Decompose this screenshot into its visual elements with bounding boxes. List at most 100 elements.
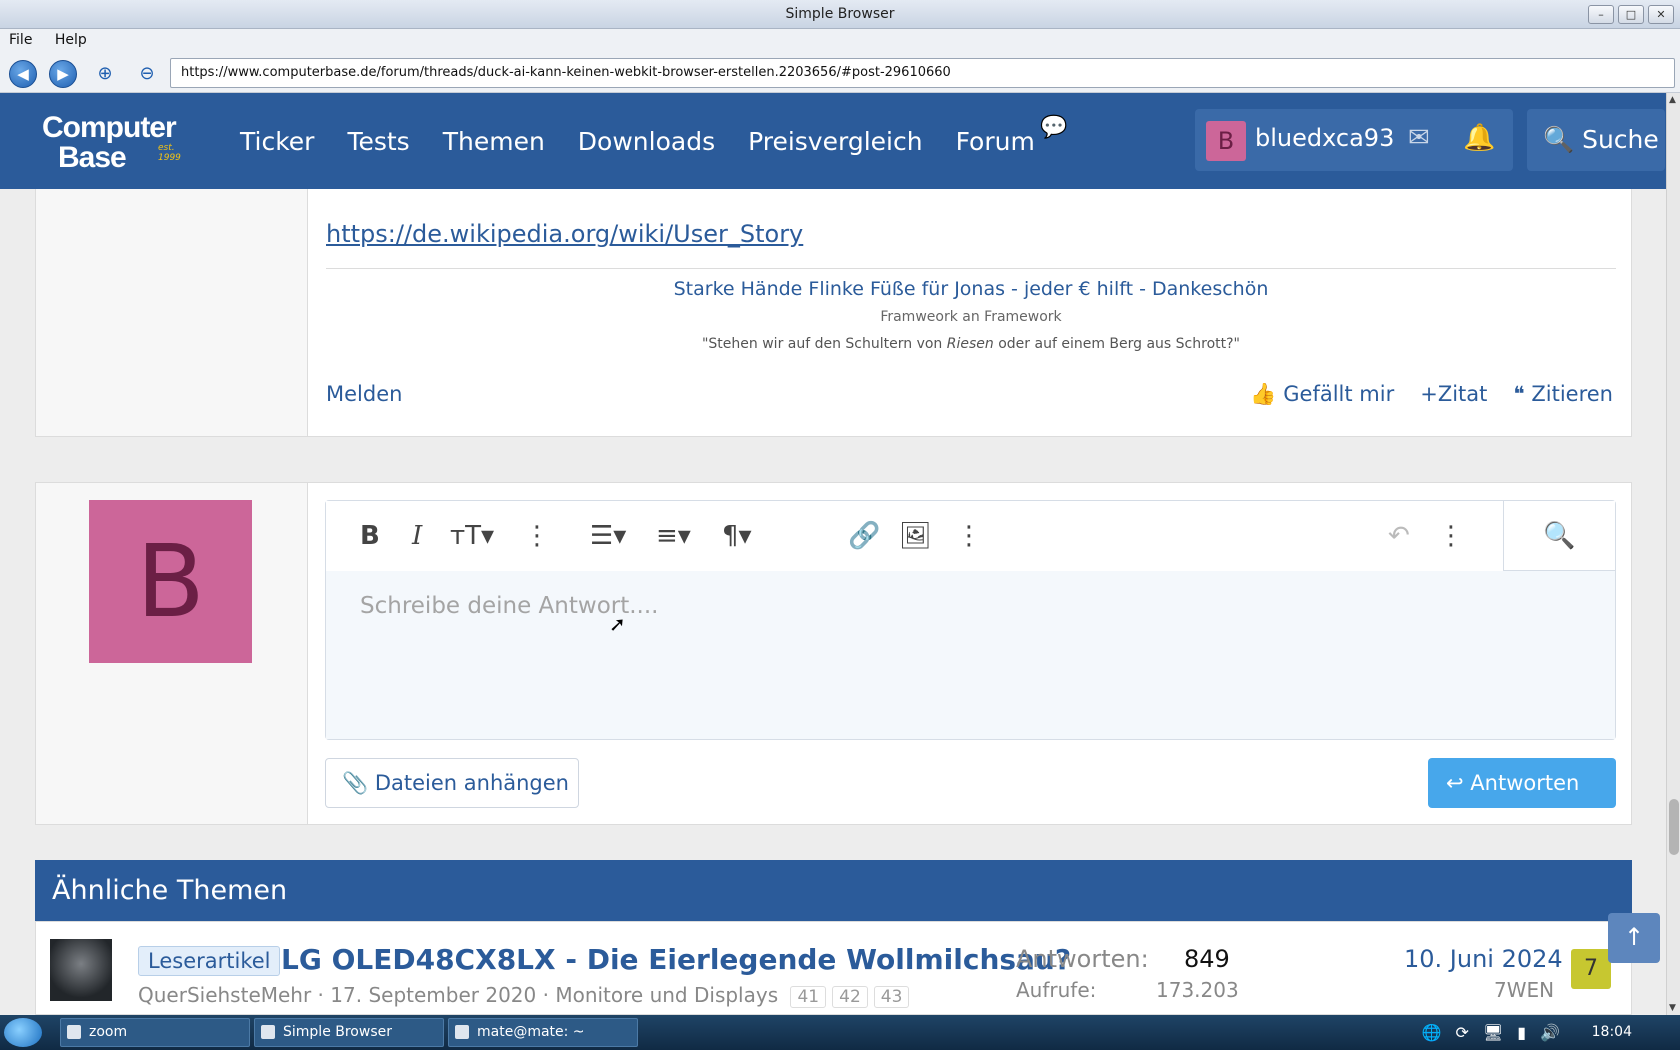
post-author-column [36, 189, 308, 436]
reply-editor: B I тT▾ ⋮ ☰▾ ≡▾ ¶▾ 🔗 🖼 ⋮ ↶ ⋮ 🔍 Schreibe … [325, 500, 1616, 740]
window-titlebar: Simple Browser – □ ✕ [0, 0, 1680, 29]
nav-preisvergleich[interactable]: Preisvergleich [748, 127, 922, 156]
nav-themen[interactable]: Themen [443, 127, 545, 156]
views-count: 173.203 [1156, 978, 1239, 1002]
editor-toolbar: B I тT▾ ⋮ ☰▾ ≡▾ ¶▾ 🔗 🖼 ⋮ ↶ ⋮ 🔍 [326, 501, 1615, 571]
task-zoom[interactable]: zoom [60, 1018, 250, 1047]
site-header: Computer Base est. 1999 Ticker Tests The… [0, 93, 1666, 189]
window-icon [261, 1025, 275, 1039]
reply-author-column: B [36, 483, 308, 824]
avatar[interactable]: B [1206, 121, 1246, 161]
chat-bubble-icon[interactable]: 💬 [1040, 115, 1067, 140]
volume-icon[interactable]: 🔊 [1540, 1023, 1560, 1042]
similar-threads-heading: Ähnliche Themen [35, 860, 1632, 921]
list-icon[interactable]: ☰▾ [590, 521, 626, 551]
nav-tests[interactable]: Tests [347, 127, 409, 156]
logo-line2: Base [58, 141, 127, 174]
like-button[interactable]: 👍 Gefällt mir [1250, 382, 1394, 407]
bold-icon[interactable]: B [360, 521, 380, 551]
zoom-in-icon[interactable]: ⊕ [92, 61, 118, 87]
browser-toolbar: ◀ ▶ ⊕ ⊖ https://www.computerbase.de/foru… [0, 53, 1680, 93]
minimize-button[interactable]: – [1588, 5, 1614, 24]
nav-downloads[interactable]: Downloads [578, 127, 715, 156]
signature-line1[interactable]: Starke Hände Flinke Füße für Jonas - jed… [326, 278, 1616, 300]
user-menu[interactable]: B bluedxca93 ✉ 🔔 [1195, 109, 1513, 171]
url-input[interactable]: https://www.computerbase.de/forum/thread… [170, 58, 1675, 88]
quote-plus-button[interactable]: +Zitat [1420, 382, 1487, 407]
thread-meta: QuerSiehsteMehr · 17. September 2020 · M… [138, 983, 910, 1008]
quote-icon: ❝ [1513, 382, 1532, 406]
thread-date: 17. September 2020 [330, 983, 537, 1007]
reply-textarea[interactable]: Schreibe deine Antwort.... [326, 571, 1615, 739]
forward-arrow-icon[interactable]: ▶ [49, 60, 77, 88]
menu-help[interactable]: Help [46, 29, 96, 51]
maximize-button[interactable]: □ [1618, 5, 1644, 24]
views-label: Aufrufe: [1016, 978, 1097, 1002]
report-link[interactable]: Melden [326, 382, 402, 406]
task-simple-browser[interactable]: Simple Browser [254, 1018, 444, 1047]
network-globe-icon[interactable]: 🌐 [1422, 1023, 1442, 1042]
page-link[interactable]: 42 [832, 986, 868, 1008]
avatar[interactable]: 7 [1571, 949, 1611, 989]
preview-icon[interactable]: 🔍 [1503, 501, 1615, 571]
bell-icon[interactable]: 🔔 [1463, 123, 1495, 153]
forum-post: https://de.wikipedia.org/wiki/User_Story… [35, 189, 1632, 437]
mail-icon[interactable]: ✉ [1408, 123, 1430, 153]
replies-label: Antworten: [1016, 945, 1149, 973]
zoom-out-icon[interactable]: ⊖ [134, 61, 160, 87]
thumbs-up-icon: 👍 [1250, 382, 1284, 406]
scroll-to-top-button[interactable]: ↑ [1608, 913, 1660, 963]
taskbar: zoom Simple Browser mate@mate: ~ 🌐 ⟳ 🖥 ▮… [0, 1015, 1680, 1050]
thread-title[interactable]: LG OLED48CX8LX - Die Eierlegende Wollmil… [281, 943, 1071, 976]
post-link[interactable]: https://de.wikipedia.org/wiki/User_Story [326, 220, 803, 248]
thread-forum[interactable]: Monitore und Displays [555, 983, 778, 1007]
more-vertical-icon[interactable]: ⋮ [956, 521, 982, 551]
task-terminal[interactable]: mate@mate: ~ [448, 1018, 638, 1047]
paperclip-icon: 📎 [342, 771, 375, 795]
search-button[interactable]: 🔍 Suche [1527, 109, 1665, 171]
attach-files-button[interactable]: 📎 Dateien anhängen [325, 758, 579, 808]
scroll-down-icon[interactable]: ▼ [1669, 1003, 1676, 1013]
text-size-icon[interactable]: тT▾ [450, 521, 494, 551]
reply-submit-button[interactable]: ↩ Antworten [1428, 758, 1616, 808]
battery-icon[interactable]: ▮ [1517, 1023, 1526, 1042]
start-menu-icon[interactable] [4, 1018, 42, 1047]
scroll-thumb[interactable] [1669, 799, 1679, 855]
back-arrow-icon[interactable]: ◀ [9, 60, 37, 88]
link-icon[interactable]: 🔗 [848, 521, 880, 551]
italic-icon[interactable]: I [412, 521, 422, 551]
more-vertical-icon[interactable]: ⋮ [524, 521, 550, 551]
menu-file[interactable]: File [0, 29, 41, 51]
quick-reply: B B I тT▾ ⋮ ☰▾ ≡▾ ¶▾ 🔗 🖼 ⋮ ↶ ⋮ 🔍 Schreib… [35, 482, 1632, 825]
page-link[interactable]: 41 [790, 986, 827, 1008]
scroll-up-icon[interactable]: ▲ [1669, 95, 1676, 105]
page-link[interactable]: 43 [873, 986, 910, 1008]
last-post-date[interactable]: 10. Juni 2024 [1404, 945, 1563, 973]
window-title: Simple Browser [785, 6, 895, 22]
clock[interactable]: 18:04 [1592, 1015, 1632, 1050]
paragraph-icon[interactable]: ¶▾ [722, 521, 752, 551]
more-vertical-icon[interactable]: ⋮ [1438, 521, 1464, 551]
page-scrollbar[interactable]: ▲ ▼ [1666, 93, 1680, 1015]
image-icon[interactable]: 🖼 [899, 521, 932, 551]
nav-forum[interactable]: Forum [956, 127, 1035, 156]
username[interactable]: bluedxca93 [1255, 124, 1394, 152]
align-icon[interactable]: ≡▾ [656, 521, 691, 551]
thread-thumbnail[interactable] [50, 939, 112, 1001]
update-icon[interactable]: ⟳ [1456, 1023, 1469, 1042]
last-post-user[interactable]: 7WEN [1494, 978, 1554, 1002]
search-icon: 🔍 [1543, 125, 1575, 154]
close-button[interactable]: ✕ [1648, 5, 1674, 24]
avatar: B [89, 500, 252, 663]
signature-line3: "Stehen wir auf den Schultern von Riesen… [701, 336, 1240, 352]
site-nav: Ticker Tests Themen Downloads Preisvergl… [240, 93, 1068, 189]
quote-button[interactable]: ❝ Zitieren [1513, 382, 1613, 407]
logo-line1: Computer [42, 111, 177, 144]
computerbase-logo[interactable]: Computer Base est. 1999 [30, 103, 200, 179]
list-item[interactable]: Leserartikel LG OLED48CX8LX - Die Eierle… [35, 921, 1632, 1015]
undo-icon[interactable]: ↶ [1388, 521, 1410, 551]
display-icon[interactable]: 🖥 [1483, 1023, 1503, 1042]
nav-ticker[interactable]: Ticker [240, 127, 314, 156]
thread-author[interactable]: QuerSiehsteMehr [138, 983, 311, 1007]
thread-prefix-badge[interactable]: Leserartikel [138, 946, 281, 976]
